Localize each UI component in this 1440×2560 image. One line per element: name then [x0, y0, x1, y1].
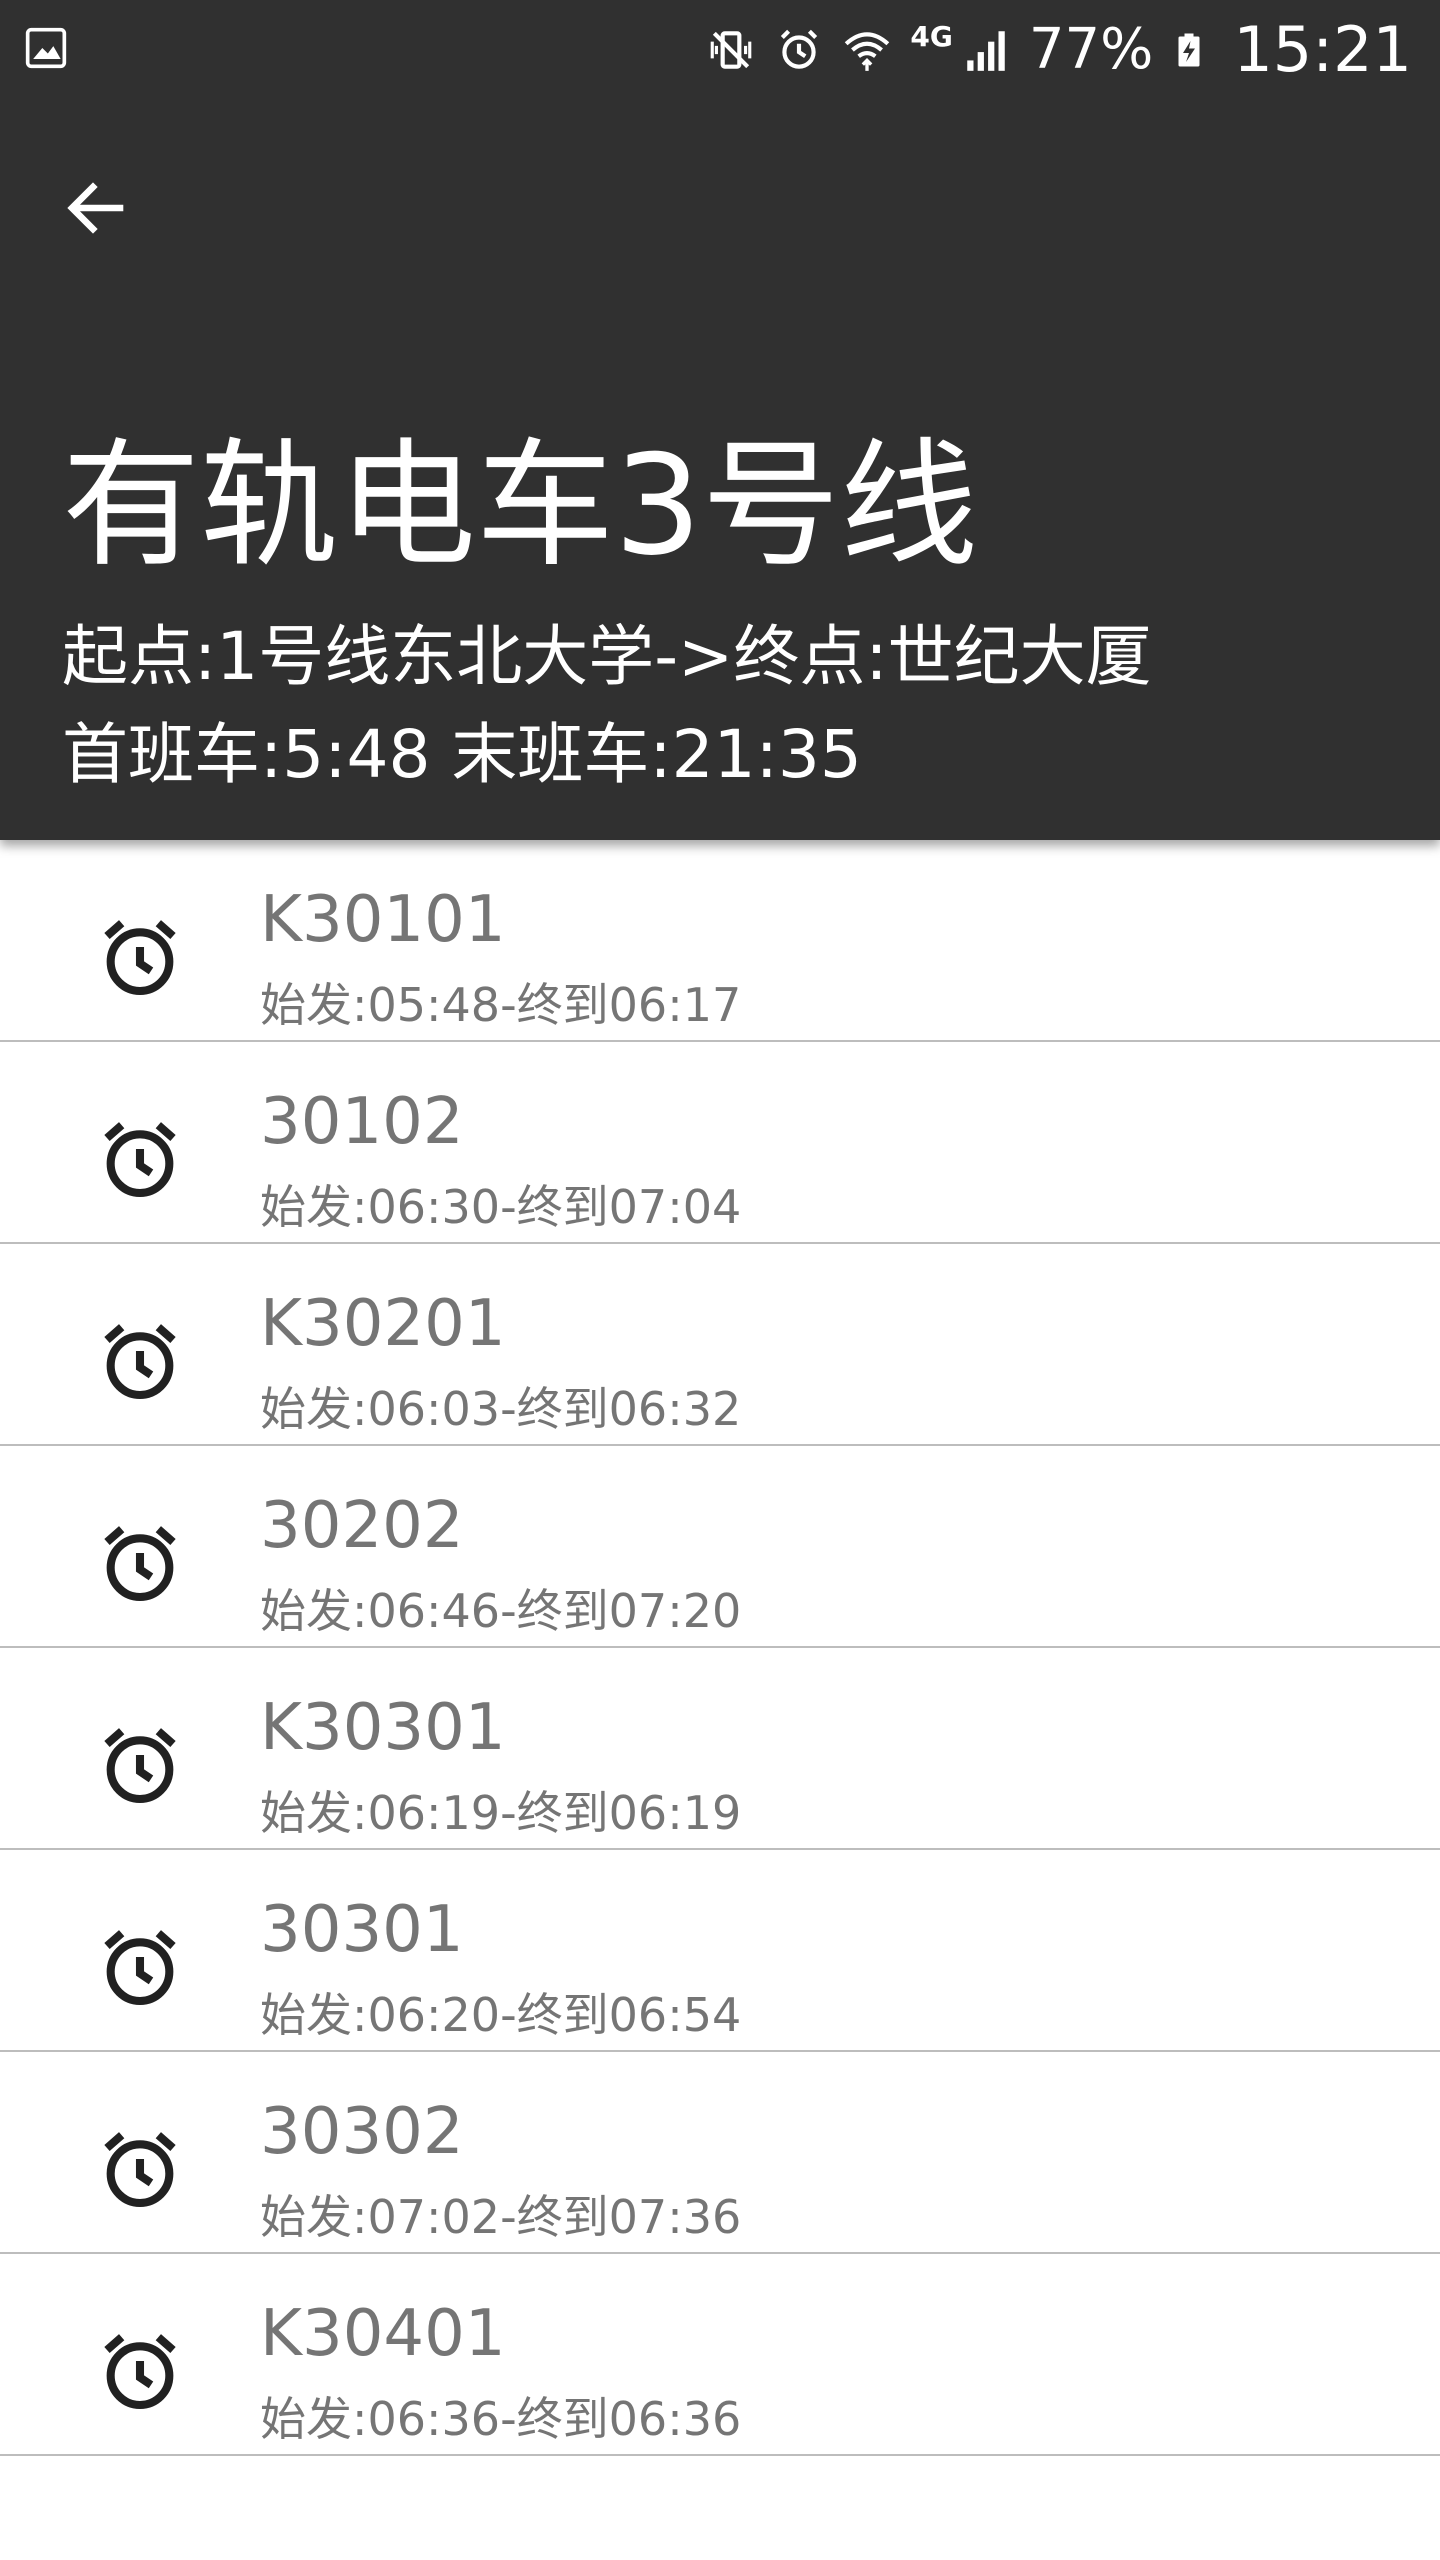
list-item[interactable]: K30101 始发:05:48-终到06:17: [0, 840, 1440, 1042]
trip-time: 始发:06:36-终到06:36: [260, 2392, 742, 2446]
trip-time: 始发:05:48-终到06:17: [260, 978, 742, 1032]
list-item[interactable]: 30202 始发:06:46-终到07:20: [0, 1446, 1440, 1648]
alarm-icon: [104, 2334, 176, 2410]
trip-name: 30301: [260, 1893, 464, 1967]
trip-name: 30302: [260, 2095, 464, 2169]
alarm-icon: [104, 1526, 176, 1602]
clock-time: 15:21: [1233, 13, 1412, 86]
trip-name: K30101: [260, 883, 506, 957]
trip-time: 始发:06:20-终到06:54: [260, 1988, 742, 2042]
trip-name: K30401: [260, 2297, 506, 2371]
status-icons: 4G 77% 15:21: [706, 14, 1412, 86]
trip-time: 始发:06:46-终到07:20: [260, 1584, 742, 1638]
alarm-icon: [104, 1728, 176, 1804]
battery-percent: 77%: [1028, 17, 1154, 82]
alarm-icon: [104, 1122, 176, 1198]
list-item[interactable]: K30401 始发:06:36-终到06:36: [0, 2254, 1440, 2456]
trip-name: 30202: [260, 1489, 464, 1563]
page-title: 有轨电车3号线: [62, 425, 978, 586]
trip-name: K30301: [260, 1691, 506, 1765]
list-item[interactable]: 30302 始发:07:02-终到07:36: [0, 2052, 1440, 2254]
signal-icon: [967, 31, 1005, 71]
network-type-label: 4G: [910, 20, 953, 53]
status-bar: 4G 77% 15:21: [0, 0, 1440, 100]
arrow-left-icon: [67, 182, 124, 234]
alarm-icon: [104, 1930, 176, 2006]
service-hours: 首班车:5:48 末班车:21:35: [62, 716, 862, 793]
alarm-icon: [104, 2132, 176, 2208]
trip-name: 30102: [260, 1085, 464, 1159]
alarm-icon: [781, 29, 818, 69]
trip-time: 始发:06:30-终到07:04: [260, 1180, 742, 1234]
mute-vibrate-icon: [711, 31, 752, 69]
alarm-icon: [104, 1324, 176, 1400]
app-header: 4G 77% 15:21 有轨电车3号线 起点:1号线东北大学->终点:世纪大厦…: [0, 0, 1440, 840]
list-item[interactable]: 30301 始发:06:20-终到06:54: [0, 1850, 1440, 2052]
image-icon: [25, 27, 67, 69]
trip-list: K30101 始发:05:48-终到06:17 30102 始发:06:30-终…: [0, 840, 1440, 2456]
route-info: 起点:1号线东北大学->终点:世纪大厦: [62, 618, 1152, 695]
battery-charging-icon: [1178, 33, 1200, 67]
list-item[interactable]: K30201 始发:06:03-终到06:32: [0, 1244, 1440, 1446]
back-button[interactable]: [48, 160, 144, 256]
list-item[interactable]: K30301 始发:06:19-终到06:19: [0, 1648, 1440, 1850]
trip-time: 始发:06:03-终到06:32: [260, 1382, 742, 1436]
wifi-icon: [845, 32, 890, 71]
trip-time: 始发:07:02-终到07:36: [260, 2190, 742, 2244]
alarm-icon: [104, 920, 176, 996]
trip-time: 始发:06:19-终到06:19: [260, 1786, 742, 1840]
trip-name: K30201: [260, 1287, 506, 1361]
list-item[interactable]: 30102 始发:06:30-终到07:04: [0, 1042, 1440, 1244]
